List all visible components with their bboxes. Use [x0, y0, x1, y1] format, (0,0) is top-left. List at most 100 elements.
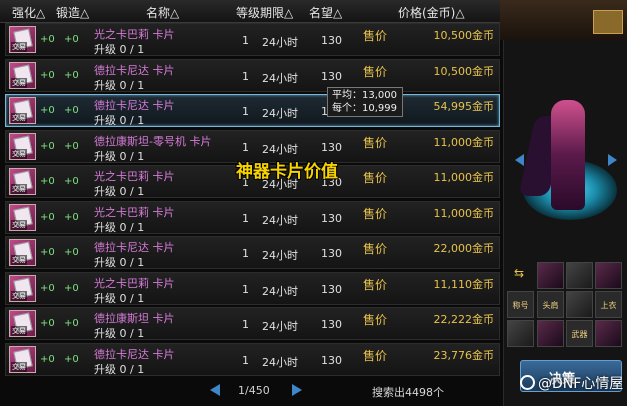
item-row[interactable]: 交易 +0 +0 德拉卡尼达 卡片 升级 0 / 1 1 24小时 130 售价 22,000金币 [5, 236, 500, 269]
sort-name[interactable]: 名称△ [146, 4, 179, 21]
item-row[interactable]: 交易+0+0德拉卡尼达 卡片升级 0 / 1124小时13售价54,995金币 [5, 94, 500, 127]
item-level: 1 [242, 34, 249, 47]
item-level: 1 [242, 247, 249, 260]
item-upgrade: 升级 0 / 1 [94, 327, 145, 340]
item-period: 24小时 [262, 284, 298, 298]
equip-slot-weapon[interactable]: 武器 [566, 320, 593, 347]
trade-tag: 交易 [11, 361, 27, 372]
item-price: 11,110金币 [433, 277, 495, 291]
card-item-icon[interactable]: 交易 [9, 26, 36, 53]
card-item-icon[interactable]: 交易 [9, 97, 36, 124]
forge-value: +0 [64, 69, 79, 81]
item-upgrade: 升级 0 / 1 [94, 114, 145, 127]
rotate-right-icon[interactable] [608, 154, 617, 166]
card-item-icon[interactable]: 交易 [9, 168, 36, 195]
item-name: 德拉卡尼达 卡片 [94, 99, 175, 112]
item-row[interactable]: 交易 +0 +0 光之卡巴莉 卡片 升级 0 / 1 1 24小时 130 售价 10,500金币 [5, 23, 500, 56]
sale-label: 售价 [363, 135, 388, 150]
equip-slot[interactable] [595, 262, 622, 289]
item-price: 10,500金币 [433, 64, 495, 78]
sale-label: 售价 [363, 64, 388, 79]
item-level: 1 [242, 353, 249, 367]
item-upgrade: 升级 0 / 1 [94, 78, 145, 92]
card-item-icon[interactable]: 交易 [9, 239, 36, 266]
item-fame: 130 [321, 282, 342, 296]
item-period: 24小时 [262, 142, 298, 156]
card-item-icon[interactable]: 交易 [9, 310, 36, 337]
item-level: 1 [242, 140, 249, 154]
item-level: 1 [242, 318, 249, 331]
item-price: 11,000金币 [433, 171, 495, 184]
swap-icon[interactable]: ⇆ [514, 266, 524, 280]
trade-tag: 交易 [11, 113, 27, 123]
sale-label: 售价 [363, 29, 388, 43]
trade-tag: 交易 [11, 148, 27, 159]
sale-label: 售价 [363, 348, 388, 363]
item-upgrade: 升级 0 / 1 [94, 362, 145, 376]
item-price: 22,222金币 [433, 313, 495, 326]
col-level: 等级 [236, 6, 261, 20]
rotate-left-icon[interactable] [515, 154, 524, 166]
sort-forge[interactable]: 锻造△ [56, 4, 89, 21]
equip-slot[interactable] [537, 262, 564, 289]
gold-emblem-icon [593, 10, 623, 34]
equip-slot[interactable] [566, 262, 593, 289]
sort-enhance[interactable]: 强化△ [12, 4, 45, 21]
card-item-icon[interactable]: 交易 [9, 274, 36, 302]
card-item-icon[interactable]: 交易 [9, 345, 36, 373]
item-name: 德拉卡尼达 卡片 [94, 347, 175, 361]
item-period: 24小时 [262, 249, 298, 262]
trade-tag: 交易 [11, 219, 27, 230]
sort-period[interactable]: 期限△ [260, 4, 293, 21]
item-name: 光之卡巴莉 卡片 [94, 170, 175, 183]
item-upgrade: 升级 0 / 1 [94, 256, 145, 269]
trade-tag: 交易 [11, 255, 27, 265]
item-fame: 130 [321, 247, 342, 260]
enhance-value: +0 [40, 247, 55, 258]
prev-page-icon[interactable] [210, 384, 220, 396]
forge-value: +0 [64, 140, 79, 152]
item-row[interactable]: 交易 +0 +0 德拉康斯坦 卡片 升级 0 / 1 1 24小时 130 售价 22,222金币 [5, 307, 500, 340]
trade-tag: 交易 [11, 326, 27, 336]
equip-slot-title[interactable]: 称号 [507, 291, 534, 318]
page-indicator: 1/450 [238, 384, 270, 397]
next-page-icon[interactable] [292, 384, 302, 396]
equip-slot-top[interactable]: 上衣 [595, 291, 622, 318]
item-fame: 130 [321, 140, 342, 154]
item-row[interactable]: 交易 +0 +0 光之卡巴莉 卡片 升级 0 / 1 1 24小时 130 售价 11,110金币 [5, 271, 500, 305]
item-level: 1 [242, 105, 249, 118]
item-fame: 130 [321, 69, 342, 83]
item-row[interactable]: 交易 +0 +0 光之卡巴莉 卡片 升级 0 / 1 1 24小时 130 售价 11,000金币 [5, 200, 500, 234]
item-name: 德拉康斯坦 卡片 [94, 312, 175, 325]
item-row[interactable]: 交易 +0 +0 德拉卡尼达 卡片 升级 0 / 1 1 24小时 130 售价 23,776金币 [5, 342, 500, 376]
sale-label: 售价 [363, 171, 388, 185]
equip-slot[interactable] [507, 320, 534, 347]
enhance-value: +0 [40, 34, 55, 45]
sort-price[interactable]: 价格(金币)△ [398, 4, 465, 21]
item-fame: 130 [321, 211, 342, 225]
item-name: 德拉卡尼达 卡片 [94, 241, 175, 254]
enhance-value: +0 [40, 140, 55, 152]
character-portrait [515, 92, 623, 242]
card-item-icon[interactable]: 交易 [9, 61, 36, 89]
item-row[interactable]: 交易 +0 +0 德拉卡尼达 卡片 升级 0 / 1 1 24小时 130 售价 10,500金币 [5, 58, 500, 92]
equip-slot[interactable] [595, 320, 622, 347]
sale-label: 售价 [363, 242, 388, 256]
equip-slot-head[interactable]: 头肩 [537, 291, 564, 318]
item-period: 24小时 [262, 71, 298, 85]
forge-value: +0 [64, 34, 79, 45]
item-upgrade: 升级 0 / 1 [94, 185, 145, 198]
enhance-value: +0 [40, 318, 55, 329]
sort-fame[interactable]: 名望△ [309, 4, 342, 21]
item-fame: 130 [321, 353, 342, 367]
forge-value: +0 [64, 105, 79, 116]
item-fame: 130 [321, 318, 342, 331]
card-item-icon[interactable]: 交易 [9, 132, 36, 160]
item-level: 1 [242, 69, 249, 83]
forge-value: +0 [64, 211, 79, 223]
item-upgrade: 升级 0 / 1 [94, 43, 145, 56]
card-item-icon[interactable]: 交易 [9, 203, 36, 231]
equip-slot[interactable] [537, 320, 564, 347]
equip-slot[interactable] [566, 291, 593, 318]
tooltip-each: 每个：10,999 [332, 103, 397, 114]
